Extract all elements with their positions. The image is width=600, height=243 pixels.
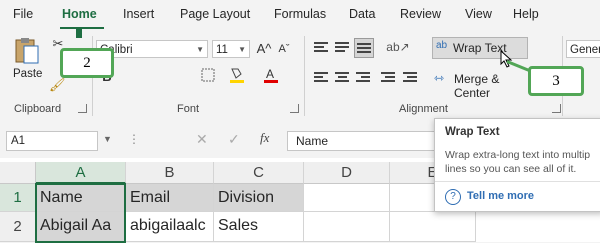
row-header-2[interactable]: 2 xyxy=(0,212,36,242)
font-size-value: 11 xyxy=(216,44,228,56)
tab-data[interactable]: Data xyxy=(349,7,375,21)
column-header-c[interactable]: C xyxy=(214,162,304,184)
clipboard-group-label: Clipboard xyxy=(14,103,62,115)
alignment-launcher-icon[interactable] xyxy=(552,104,561,113)
tooltip-body-line-1: Wrap extra-long text into multip xyxy=(445,149,591,161)
more-dots-icon: ⋮ xyxy=(128,132,140,146)
middle-align-icon[interactable] xyxy=(335,42,351,56)
callout-pointer xyxy=(76,28,82,38)
bottom-align-button[interactable] xyxy=(354,38,374,58)
orientation-icon[interactable]: ab↗ xyxy=(386,38,410,56)
number-format-value: Genera xyxy=(570,44,600,56)
font-size-combo[interactable]: 11 ▼ xyxy=(212,40,250,58)
cell-c2[interactable]: Sales xyxy=(214,212,304,242)
tab-review[interactable]: Review xyxy=(400,7,441,21)
merge-center-icon: ⇿ xyxy=(434,71,445,85)
decrease-indent-icon[interactable] xyxy=(381,72,397,86)
cell-e2[interactable] xyxy=(390,212,476,242)
name-box-dropdown-icon[interactable]: ▼ xyxy=(103,134,112,144)
wrap-text-tooltip: Wrap Text Wrap extra-long text into mult… xyxy=(434,118,600,212)
merge-center-label: Merge & Center xyxy=(454,72,500,100)
tooltip-title: Wrap Text xyxy=(445,126,500,138)
top-align-icon[interactable] xyxy=(314,42,330,56)
tell-me-more-link[interactable]: Tell me more xyxy=(467,190,534,202)
font-launcher-icon[interactable] xyxy=(290,104,299,113)
merge-center-button[interactable]: ⇿ Merge & Center xyxy=(432,70,536,100)
chevron-down-icon: ▼ xyxy=(238,45,246,54)
tab-insert[interactable]: Insert xyxy=(123,7,154,21)
tooltip-body-line-2: lines so you can see all of it. xyxy=(445,163,577,175)
paste-button[interactable]: Paste xyxy=(10,36,44,84)
cell-b1[interactable]: Email xyxy=(126,184,214,212)
font-group-label: Font xyxy=(177,103,200,115)
tooltip-divider xyxy=(435,181,600,182)
tab-view[interactable]: View xyxy=(465,7,492,21)
chevron-down-icon: ▼ xyxy=(196,45,204,54)
shrink-font-icon[interactable]: Aˇ xyxy=(276,40,292,58)
name-box[interactable]: A1 xyxy=(6,131,98,151)
alignment-group-label: Alignment xyxy=(399,103,448,115)
tab-home[interactable]: Home xyxy=(62,7,97,21)
bottom-align-icon xyxy=(357,43,373,57)
step-callout-3: 3 xyxy=(528,66,584,96)
insert-function-icon[interactable]: fx xyxy=(260,130,269,146)
number-format-combo[interactable]: Genera xyxy=(566,40,600,58)
cell-b2[interactable]: abigailaalc xyxy=(126,212,214,242)
tab-page-layout[interactable]: Page Layout xyxy=(180,7,250,21)
increase-indent-icon[interactable] xyxy=(403,72,419,86)
clipboard-icon xyxy=(15,38,39,64)
font-color-icon[interactable]: A xyxy=(262,66,280,89)
tab-formulas[interactable]: Formulas xyxy=(274,7,326,21)
column-header-d[interactable]: D xyxy=(304,162,390,184)
align-center-icon[interactable] xyxy=(335,72,351,86)
tab-help[interactable]: Help xyxy=(513,7,539,21)
formula-input[interactable]: Name xyxy=(287,131,447,151)
cell-c1[interactable]: Division xyxy=(214,184,304,212)
select-all-corner[interactable] xyxy=(0,162,36,184)
align-right-icon[interactable] xyxy=(356,72,372,86)
svg-text:A: A xyxy=(266,67,274,81)
column-header-b[interactable]: B xyxy=(126,162,214,184)
cell-d1[interactable] xyxy=(304,184,390,212)
row-header-1[interactable]: 1 xyxy=(0,184,36,212)
paste-label: Paste xyxy=(13,68,43,80)
column-header-a[interactable]: A xyxy=(36,162,126,184)
wrap-text-label: Wrap Text xyxy=(453,41,507,55)
wrap-text-icon: ab xyxy=(436,40,448,51)
active-cell-selection xyxy=(35,183,126,243)
enter-icon[interactable]: ✓ xyxy=(228,131,240,148)
tab-file[interactable]: File xyxy=(13,7,33,21)
step-callout-2: 2 xyxy=(60,48,114,78)
cancel-icon[interactable]: ✕ xyxy=(196,131,208,148)
fill-color-icon[interactable] xyxy=(228,66,246,89)
format-painter-icon[interactable]: 🖌 xyxy=(49,76,66,94)
group-separator xyxy=(304,36,305,116)
clipboard-launcher-icon[interactable] xyxy=(78,104,87,113)
borders-icon[interactable] xyxy=(200,68,216,87)
cell-d2[interactable] xyxy=(304,212,390,242)
active-tab-indicator xyxy=(60,27,104,29)
align-left-icon[interactable] xyxy=(314,72,330,86)
grow-font-icon[interactable]: A^ xyxy=(256,40,272,58)
help-icon: ? xyxy=(445,189,461,205)
